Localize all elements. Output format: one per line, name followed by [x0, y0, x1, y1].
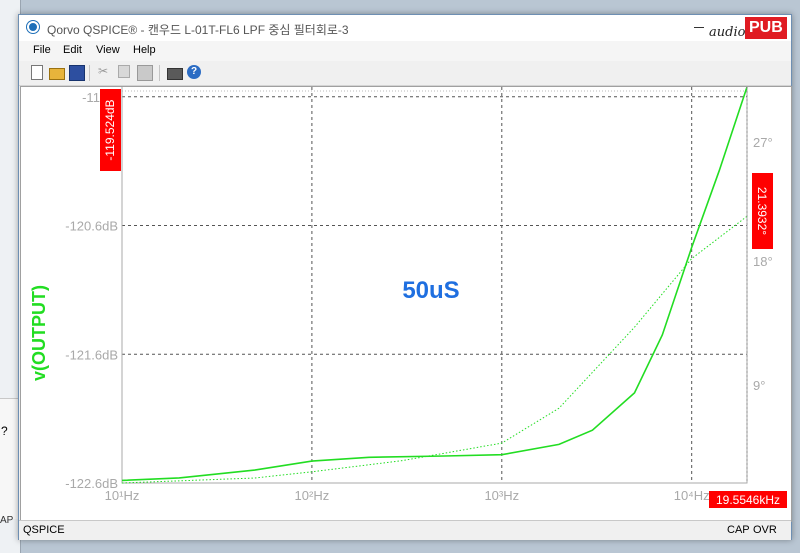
- menu-bar: File Edit View Help: [19, 41, 791, 61]
- cursor-frequency-value: 19.5546kHz: [716, 493, 780, 507]
- print-icon[interactable]: [167, 68, 183, 80]
- background-status-text: AP: [0, 515, 14, 526]
- cut-icon[interactable]: ✂: [98, 64, 112, 78]
- background-panel: [0, 398, 20, 519]
- new-icon[interactable]: [31, 65, 43, 80]
- menu-file[interactable]: File: [33, 44, 51, 56]
- status-app-name: QSPICE: [23, 524, 65, 536]
- toolbar-separator: [159, 65, 160, 81]
- menu-edit[interactable]: Edit: [63, 44, 82, 56]
- toolbar: ✂ ?: [19, 61, 791, 86]
- help-icon[interactable]: ?: [187, 65, 201, 79]
- y2-tick-label: 18°: [753, 254, 773, 269]
- menu-help[interactable]: Help: [133, 44, 156, 56]
- status-caps-indicator: CAP: [727, 524, 750, 536]
- paste-icon[interactable]: [137, 65, 153, 81]
- phase-trace[interactable]: [121, 215, 748, 484]
- waveform-viewer[interactable]: -119.6-120.6dB-121.6dB-122.6dB 27°18°9°0…: [20, 86, 792, 522]
- qspice-window: Qorvo QSPICE® - 캔우드 L-01T-FL6 LPF 중심 필터회…: [18, 14, 792, 540]
- minimize-button[interactable]: [689, 17, 709, 37]
- toolbar-separator: [89, 65, 90, 81]
- background-question-text: ?: [1, 424, 8, 438]
- x-tick-label: 10¹Hz: [105, 488, 140, 503]
- y-tick-label: -120.6dB: [65, 219, 118, 234]
- menu-view[interactable]: View: [96, 44, 120, 56]
- y2-tick-label: 9°: [753, 378, 765, 393]
- window-title: Qorvo QSPICE® - 캔우드 L-01T-FL6 LPF 중심 필터회…: [47, 23, 349, 37]
- x-tick-labels: 10¹Hz 10²Hz 10³Hz 10⁴Hz: [105, 488, 710, 503]
- x-tick-label: 10⁴Hz: [674, 488, 710, 503]
- open-icon[interactable]: [49, 68, 65, 80]
- qspice-app-icon: [27, 21, 39, 33]
- cursor-magnitude-value: -119.524dB: [103, 99, 117, 160]
- logo-pub-text: PUB: [745, 17, 787, 39]
- y-tick-label: -121.6dB: [65, 347, 118, 362]
- trace-name-label[interactable]: v(OUTPUT): [29, 285, 49, 381]
- cursor-phase-value: 21.3932°: [755, 187, 769, 235]
- x-tick-label: 10³Hz: [484, 488, 519, 503]
- status-overwrite-indicator: OVR: [753, 524, 777, 536]
- logo-audio-text: audio: [709, 25, 746, 40]
- y2-tick-label: 27°: [753, 135, 773, 150]
- save-icon[interactable]: [69, 65, 85, 81]
- x-tick-label: 10²Hz: [295, 488, 330, 503]
- title-bar[interactable]: Qorvo QSPICE® - 캔우드 L-01T-FL6 LPF 중심 필터회…: [19, 15, 791, 41]
- plot-canvas[interactable]: -119.6-120.6dB-121.6dB-122.6dB 27°18°9°0…: [21, 87, 791, 521]
- audiopub-logo: audio PUB: [709, 17, 789, 41]
- copy-icon[interactable]: [118, 65, 130, 78]
- annotation-text: 50uS: [402, 277, 459, 304]
- status-bar: QSPICE CAP OVR: [19, 520, 791, 540]
